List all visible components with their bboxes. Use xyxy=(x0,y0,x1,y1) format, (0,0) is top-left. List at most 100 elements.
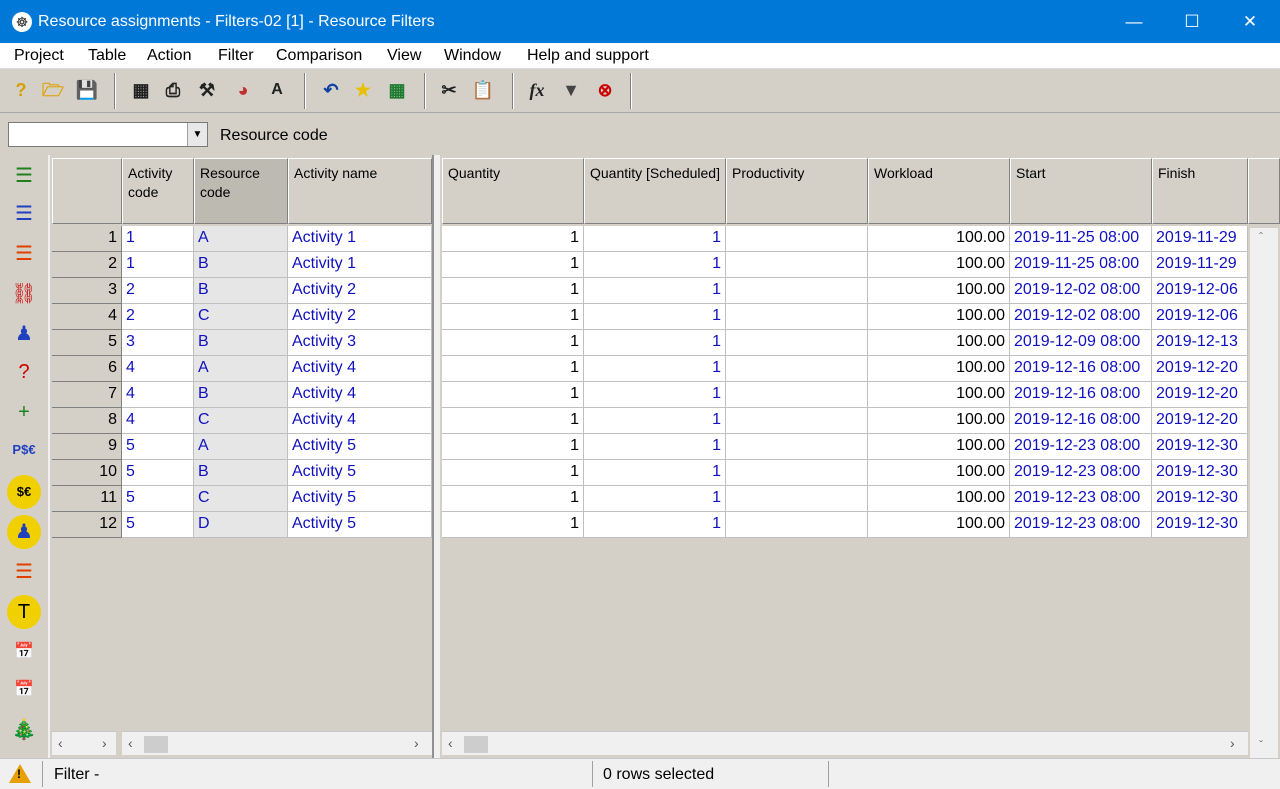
undo-icon[interactable]: ↶ xyxy=(318,77,344,103)
cell-activity-code[interactable]: 4 xyxy=(122,408,194,434)
open-folder-icon[interactable]: 🗁 xyxy=(40,77,66,103)
cell-activity-code[interactable]: 4 xyxy=(122,382,194,408)
cell-quantity[interactable]: 1 xyxy=(442,252,584,278)
cell-resource-code[interactable]: C xyxy=(194,304,288,330)
scroll-up-icon[interactable]: ˆ xyxy=(1259,230,1263,244)
menu-filter[interactable]: Filter xyxy=(218,47,254,65)
cell-quantity-scheduled[interactable]: 1 xyxy=(584,330,726,356)
row-number[interactable]: 11 xyxy=(52,486,122,512)
cell-activity-code[interactable]: 5 xyxy=(122,434,194,460)
column-header-finish[interactable]: Finish xyxy=(1152,158,1248,224)
cell-productivity[interactable] xyxy=(726,252,868,278)
cell-productivity[interactable] xyxy=(726,278,868,304)
scroll-right-icon[interactable]: › xyxy=(414,735,419,751)
cell-finish[interactable]: 2019-12-06 xyxy=(1152,278,1248,304)
cut-icon[interactable]: ✂ xyxy=(436,77,462,103)
cell-productivity[interactable] xyxy=(726,460,868,486)
cell-resource-code[interactable]: A xyxy=(194,356,288,382)
right-horizontal-scrollbar[interactable]: ‹ › xyxy=(442,731,1248,755)
cell-start[interactable]: 2019-11-25 08:00 xyxy=(1010,226,1152,252)
cell-quantity[interactable]: 1 xyxy=(442,434,584,460)
cell-resource-code[interactable]: B xyxy=(194,382,288,408)
cell-workload[interactable]: 100.00 xyxy=(868,486,1010,512)
scroll-thumb[interactable] xyxy=(144,736,168,753)
cell-workload[interactable]: 100.00 xyxy=(868,278,1010,304)
cell-workload[interactable]: 100.00 xyxy=(868,460,1010,486)
cell-productivity[interactable] xyxy=(726,356,868,382)
left-horizontal-scrollbar[interactable]: ‹ › xyxy=(122,731,432,755)
menu-comparison[interactable]: Comparison xyxy=(276,47,362,65)
cell-quantity-scheduled[interactable]: 1 xyxy=(584,486,726,512)
minimize-button[interactable]: — xyxy=(1105,0,1163,43)
cell-productivity[interactable] xyxy=(726,382,868,408)
row-number[interactable]: 8 xyxy=(52,408,122,434)
scroll-thumb[interactable] xyxy=(464,736,488,753)
gantt-icon[interactable]: ☰ xyxy=(7,237,41,271)
tool-icon[interactable]: T xyxy=(7,595,41,629)
cell-activity-name[interactable]: Activity 5 xyxy=(288,486,432,512)
help-icon[interactable]: ? xyxy=(8,77,34,103)
function-icon[interactable]: fx xyxy=(524,77,550,103)
row-number[interactable]: 3 xyxy=(52,278,122,304)
clear-filter-icon[interactable]: ⊗ xyxy=(592,77,618,103)
cell-productivity[interactable] xyxy=(726,486,868,512)
column-header-quantity[interactable]: Quantity xyxy=(442,158,584,224)
resource-bars-icon[interactable]: ☰ xyxy=(7,197,41,231)
row-header-scrollbar[interactable]: ‹ › xyxy=(52,731,116,755)
cell-resource-code[interactable]: B xyxy=(194,330,288,356)
cell-finish[interactable]: 2019-12-30 xyxy=(1152,434,1248,460)
cell-activity-name[interactable]: Activity 2 xyxy=(288,278,432,304)
cell-start[interactable]: 2019-12-23 08:00 xyxy=(1010,486,1152,512)
cell-workload[interactable]: 100.00 xyxy=(868,304,1010,330)
tools-icon[interactable]: ⚒ xyxy=(194,77,220,103)
cell-quantity[interactable]: 1 xyxy=(442,486,584,512)
column-header-workload[interactable]: Workload xyxy=(868,158,1010,224)
row-number[interactable]: 2 xyxy=(52,252,122,278)
menu-action[interactable]: Action xyxy=(147,47,191,65)
cell-resource-code[interactable]: A xyxy=(194,434,288,460)
cell-activity-code[interactable]: 1 xyxy=(122,252,194,278)
cell-activity-name[interactable]: Activity 4 xyxy=(288,382,432,408)
cell-productivity[interactable] xyxy=(726,330,868,356)
cell-resource-code[interactable]: C xyxy=(194,408,288,434)
column-header-quantity-scheduled[interactable]: Quantity [Scheduled] xyxy=(584,158,726,224)
activity-tree-icon[interactable]: ☰ xyxy=(7,159,41,193)
cell-productivity[interactable] xyxy=(726,226,868,252)
close-button[interactable]: ✕ xyxy=(1221,0,1279,43)
cell-quantity-scheduled[interactable]: 1 xyxy=(584,226,726,252)
row-number[interactable]: 7 xyxy=(52,382,122,408)
cell-quantity-scheduled[interactable]: 1 xyxy=(584,356,726,382)
chevron-down-icon[interactable]: ▼ xyxy=(187,123,207,146)
menu-project[interactable]: Project xyxy=(14,47,64,65)
cell-resource-code[interactable]: C xyxy=(194,486,288,512)
cell-finish[interactable]: 2019-12-20 xyxy=(1152,382,1248,408)
cell-resource-code[interactable]: A xyxy=(194,226,288,252)
cell-resource-code[interactable]: B xyxy=(194,278,288,304)
cell-activity-name[interactable]: Activity 2 xyxy=(288,304,432,330)
tree-icon[interactable]: 🎄 xyxy=(7,713,41,747)
cell-finish[interactable]: 2019-12-13 xyxy=(1152,330,1248,356)
scroll-right-icon[interactable]: › xyxy=(1230,735,1235,751)
column-header-productivity[interactable]: Productivity xyxy=(726,158,868,224)
scroll-left-icon[interactable]: ‹ xyxy=(58,735,63,751)
cell-activity-code[interactable]: 5 xyxy=(122,512,194,538)
resources-icon[interactable]: ♟ xyxy=(7,317,41,351)
cell-quantity-scheduled[interactable]: 1 xyxy=(584,252,726,278)
cell-activity-code[interactable]: 4 xyxy=(122,356,194,382)
row-number[interactable]: 12 xyxy=(52,512,122,538)
menu-help[interactable]: Help and support xyxy=(527,47,649,65)
cell-quantity[interactable]: 1 xyxy=(442,408,584,434)
cell-resource-code[interactable]: D xyxy=(194,512,288,538)
excel-icon[interactable]: ▦ xyxy=(384,77,410,103)
cell-workload[interactable]: 100.00 xyxy=(868,382,1010,408)
cell-activity-name[interactable]: Activity 5 xyxy=(288,434,432,460)
cell-quantity-scheduled[interactable]: 1 xyxy=(584,460,726,486)
cell-activity-code[interactable]: 2 xyxy=(122,278,194,304)
currency-icon[interactable]: $€ xyxy=(7,475,41,509)
link-icon[interactable]: ⛓ xyxy=(7,277,41,311)
cell-quantity-scheduled[interactable]: 1 xyxy=(584,382,726,408)
cell-quantity-scheduled[interactable]: 1 xyxy=(584,278,726,304)
row-number[interactable]: 6 xyxy=(52,356,122,382)
cell-activity-name[interactable]: Activity 4 xyxy=(288,356,432,382)
star-icon[interactable]: ★ xyxy=(350,77,376,103)
